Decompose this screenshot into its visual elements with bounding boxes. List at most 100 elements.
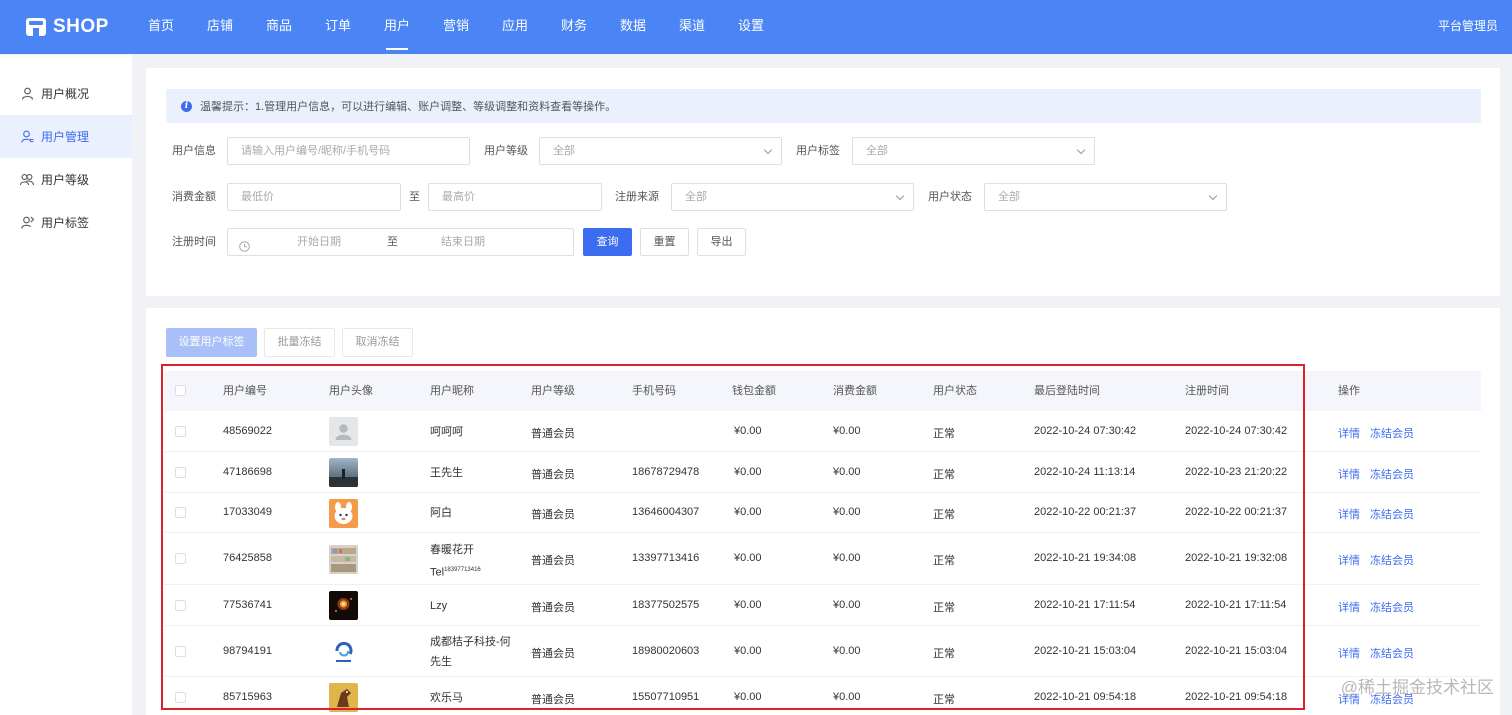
cell-last: 2022-10-24 11:13:14 [1034, 465, 1136, 478]
cell-last: 2022-10-22 00:21:37 [1034, 506, 1137, 518]
nav-item-store[interactable]: 店铺 [200, 0, 240, 54]
min-price-input[interactable]: 最低价 [227, 183, 401, 211]
freeze-member-link[interactable]: 冻结会员 [1370, 645, 1414, 661]
detail-link[interactable]: 详情 [1338, 645, 1360, 661]
user-status-select[interactable]: 全部 [984, 183, 1227, 211]
cell-status: 正常 [933, 427, 955, 440]
user-status-label: 用户状态 [928, 191, 972, 203]
column-header: 用户状态 [933, 385, 977, 397]
cell-last: 2022-10-21 17:11:54 [1034, 598, 1136, 611]
row-checkbox[interactable] [175, 691, 186, 703]
detail-link[interactable]: 详情 [1338, 599, 1360, 615]
tip-text: 温馨提示：1.管理用户信息，可以进行编辑、账户调整、等级调整和资料查看等操作。 [200, 101, 617, 113]
batch-freeze-button[interactable]: 批量冻结 [264, 328, 335, 357]
freeze-member-link[interactable]: 冻结会员 [1370, 552, 1414, 568]
row-checkbox[interactable] [175, 553, 186, 564]
column-header: 用户编号 [223, 385, 267, 397]
nav-item-finance[interactable]: 财务 [554, 0, 594, 54]
cell-wallet: ¥0.00 [734, 465, 762, 478]
row-checkbox[interactable] [175, 507, 186, 518]
table-header: 用户编号 用户头像 用户昵称 用户等级 手机号码 钱包金额 消费金额 用户状态 … [164, 371, 1481, 411]
user-avatar [329, 544, 358, 574]
date-range-picker[interactable]: 开始日期 至 结束日期 [227, 228, 574, 256]
cell-last: 2022-10-21 09:54:18 [1034, 690, 1137, 703]
user-info-label: 用户信息 [172, 145, 216, 157]
table-row[interactable]: 85715963 普通会员 15507710951 ¥0.00 ¥0.00 正常 2022-… [164, 677, 1481, 715]
cell-level: 普通会员 [531, 468, 575, 481]
user-tag-select[interactable]: 全部 [852, 137, 1095, 165]
freeze-member-link[interactable]: 冻结会员 [1370, 466, 1414, 482]
cell-status: 正常 [933, 601, 955, 614]
sidebar-item-user-level[interactable]: 用户等级 [0, 158, 132, 201]
row-checkbox[interactable] [175, 599, 186, 611]
sidebar-item-label: 用户概况 [41, 87, 90, 101]
user-level-select[interactable]: 全部 [539, 137, 782, 165]
row-checkbox[interactable] [175, 466, 186, 478]
detail-link[interactable]: 详情 [1338, 466, 1360, 482]
chevron-down-icon [895, 191, 905, 201]
nav-item-home[interactable]: 首页 [141, 0, 181, 54]
select-all-checkbox[interactable] [175, 385, 186, 396]
cell-id: 47186698 [223, 465, 272, 478]
detail-link[interactable]: 详情 [1338, 552, 1360, 568]
max-price-input[interactable]: 最高价 [428, 183, 602, 211]
table-row[interactable]: 76425858 普通会员 13397713416 ¥0.00 ¥0.00 正常 2022-… [164, 533, 1481, 585]
freeze-member-link[interactable]: 冻结会员 [1370, 506, 1414, 522]
cell-wallet: ¥0.00 [734, 424, 762, 437]
sidebar-item-user-management[interactable]: 用户管理 [0, 115, 132, 158]
cell-level: 普通会员 [531, 427, 575, 440]
query-button[interactable]: 查询 [583, 228, 632, 256]
register-source-select[interactable]: 全部 [671, 183, 914, 211]
nav-item-data[interactable]: 数据 [613, 0, 653, 54]
cell-spent: ¥0.00 [833, 424, 861, 437]
admin-account-menu[interactable]: 平台管理员 [1438, 0, 1498, 52]
cell-id: 85715963 [223, 690, 272, 703]
nav-item-goods[interactable]: 商品 [259, 0, 299, 54]
nav-item-settings[interactable]: 设置 [731, 0, 771, 54]
table-row[interactable]: 77536741 普通会员 18377502575 ¥0.00 ¥0.00 正常 2022-… [164, 585, 1481, 626]
filter-panel: i 温馨提示：1.管理用户信息，可以进行编辑、账户调整、等级调整和资料查看等操作… [146, 68, 1500, 296]
table-row[interactable]: 98794191 普通会员 18980020603 ¥0.00 ¥0.00 正常 2022-… [164, 626, 1481, 677]
nav-item-marketing[interactable]: 营销 [436, 0, 476, 54]
start-date-input[interactable]: 开始日期 [297, 229, 341, 255]
cell-level: 普通会员 [531, 555, 575, 567]
cell-reg: 2022-10-21 19:32:08 [1185, 552, 1288, 564]
cell-reg: 2022-10-22 00:21:37 [1185, 506, 1288, 518]
detail-link[interactable]: 详情 [1338, 425, 1360, 441]
cell-reg: 2022-10-21 15:03:04 [1185, 644, 1288, 657]
user-info-input[interactable]: 请输入用户编号/昵称/手机号码 [227, 137, 470, 165]
end-date-input[interactable]: 结束日期 [441, 229, 485, 255]
freeze-member-link[interactable]: 冻结会员 [1370, 425, 1414, 441]
chevron-down-icon [1076, 145, 1086, 155]
cell-phone: 18377502575 [632, 598, 700, 611]
cell-phone: 13646004307 [632, 506, 700, 518]
nav-item-channels[interactable]: 渠道 [672, 0, 712, 54]
cell-level: 普通会员 [531, 693, 575, 706]
cell-spent: ¥0.00 [833, 465, 861, 478]
range-separator: 至 [409, 191, 420, 203]
info-icon: i [181, 100, 192, 112]
nav-item-users[interactable]: 用户 [377, 0, 417, 54]
table-row[interactable]: 17033049 普通会员 13646004307 ¥0.00 ¥0.00 正常 2022-… [164, 493, 1481, 533]
nav-item-apps[interactable]: 应用 [495, 0, 535, 54]
top-navigation-bar: SHOP 首页 店铺 商品 订单 用户 营销 应用 财务 数据 渠道 设置 平台… [0, 0, 1512, 54]
unfreeze-button[interactable]: 取消冻结 [342, 328, 413, 357]
cell-reg: 2022-10-21 09:54:18 [1185, 690, 1288, 703]
cell-reg: 2022-10-24 07:30:42 [1185, 424, 1288, 437]
row-checkbox[interactable] [175, 645, 186, 657]
nav-item-orders[interactable]: 订单 [318, 0, 358, 54]
row-checkbox[interactable] [175, 425, 186, 437]
reset-button[interactable]: 重置 [640, 228, 689, 256]
cell-status: 正常 [933, 555, 955, 567]
table-row[interactable]: 48569022 普通会员 ¥0.00 ¥0.00 正常 2022-10-24 07:30… [164, 411, 1481, 452]
freeze-member-link[interactable]: 冻结会员 [1370, 599, 1414, 615]
set-user-tag-button[interactable]: 设置用户标签 [166, 328, 257, 357]
user-avatar [329, 458, 358, 487]
detail-link[interactable]: 详情 [1338, 506, 1360, 522]
sidebar-item-user-overview[interactable]: 用户概况 [0, 72, 132, 115]
cell-last: 2022-10-24 07:30:42 [1034, 424, 1137, 437]
shop-logo[interactable]: SHOP [26, 14, 109, 40]
sidebar-item-user-tags[interactable]: 用户标签 [0, 201, 132, 244]
table-row[interactable]: 47186698 普通会员 18678729478 ¥0.00 ¥0.00 正常 2022-… [164, 452, 1481, 493]
export-button[interactable]: 导出 [697, 228, 746, 256]
